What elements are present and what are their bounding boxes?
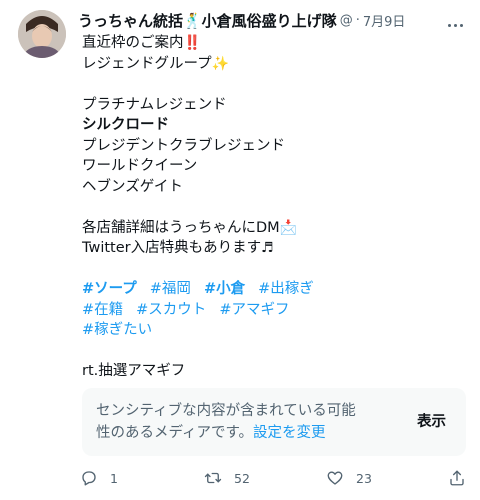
text-line-4: シルクロード	[82, 117, 169, 133]
hashtag-link[interactable]: #小倉	[204, 279, 245, 300]
like-icon	[327, 471, 343, 485]
hashtag-link[interactable]: #出稼ぎ	[258, 279, 314, 300]
show-media-button[interactable]: 表示	[417, 410, 446, 431]
author-handle[interactable]: @	[340, 13, 353, 28]
text-line-7: ヘブンズゲイト	[82, 178, 183, 195]
reply-count: 1	[110, 470, 118, 486]
hashtag-link[interactable]: #スカウト	[136, 300, 206, 321]
text-line: 各店舗詳細はうっちゃんにDM📩	[82, 218, 452, 239]
retweet-count: 52	[234, 470, 250, 486]
hashtag-link[interactable]: #ソープ	[82, 279, 137, 300]
text-line-1: 直近枠のご案内	[82, 35, 184, 51]
text-line: Twitter入店特典もあります♬	[82, 238, 452, 259]
hashtag-link[interactable]: #在籍	[82, 300, 123, 321]
action-bar: 1 52 23	[76, 466, 466, 490]
more-button[interactable]	[442, 10, 468, 32]
avatar[interactable]	[18, 10, 66, 58]
hashtag-link[interactable]: #福岡	[150, 279, 191, 300]
sparkles-emoji: ✨	[211, 55, 230, 72]
like-button[interactable]: 23	[326, 466, 372, 490]
hashtag-row: #在籍 #スカウト #アマギフ	[82, 300, 452, 321]
share-icon	[450, 470, 464, 486]
change-settings-link[interactable]: 設定を変更	[253, 425, 326, 441]
music-note-emoji: ♬	[261, 240, 274, 256]
text-line-2: レジェンドグループ	[82, 55, 212, 72]
text-line-8: 各店舗詳細はうっちゃんにDM	[82, 219, 280, 236]
share-button[interactable]	[448, 466, 466, 490]
hashtag-row: #稼ぎたい	[82, 320, 452, 341]
author-name[interactable]: うっちゃん統括🕺小倉風俗盛り上げ隊	[78, 10, 337, 31]
reply-icon	[82, 471, 96, 486]
double-exclamation-emoji: ‼️	[183, 35, 201, 51]
tweet-date[interactable]: 7月9日	[363, 11, 406, 30]
text-line-5: プレジデントクラブレジェンド	[82, 137, 285, 154]
reply-button[interactable]: 1	[80, 466, 118, 490]
retweet-icon	[204, 472, 222, 484]
text-line: 直近枠のご案内‼️	[82, 33, 452, 54]
tweet[interactable]: うっちゃん統括🕺小倉風俗盛り上げ隊 @ · 7月9日 直近枠のご案内‼️ レジェ…	[0, 0, 480, 500]
hashtag-row: #ソープ #福岡 #小倉 #出稼ぎ	[82, 279, 452, 300]
text-line-10: rt.抽選アマギフ	[82, 363, 186, 379]
hashtag-link[interactable]: #アマギフ	[219, 300, 289, 321]
sensitive-notice-text: センシティブな内容が含まれている可能性のあるメディアです。設定を変更	[96, 400, 361, 444]
hashtag-link[interactable]: #稼ぎたい	[82, 320, 152, 341]
retweet-button[interactable]: 52	[204, 466, 250, 490]
envelope-emoji: 📩	[279, 219, 298, 236]
meta-separator: ·	[355, 12, 360, 28]
more-icon	[446, 12, 464, 31]
text-line: レジェンドグループ✨	[82, 54, 452, 75]
sensitive-media-notice: センシティブな内容が含まれている可能性のあるメディアです。設定を変更 表示	[82, 388, 466, 456]
like-count: 23	[356, 470, 372, 486]
text-line-6: ワールドクイーン	[82, 158, 198, 174]
text-line-3: プラチナムレジェンド	[82, 96, 227, 113]
tweet-text: 直近枠のご案内‼️ レジェンドグループ✨ プラチナムレジェンド シルクロード プ…	[82, 33, 452, 382]
tweet-header: うっちゃん統括🕺小倉風俗盛り上げ隊 @ · 7月9日	[78, 10, 405, 30]
text-line-9: Twitter入店特典もあります	[82, 240, 262, 256]
